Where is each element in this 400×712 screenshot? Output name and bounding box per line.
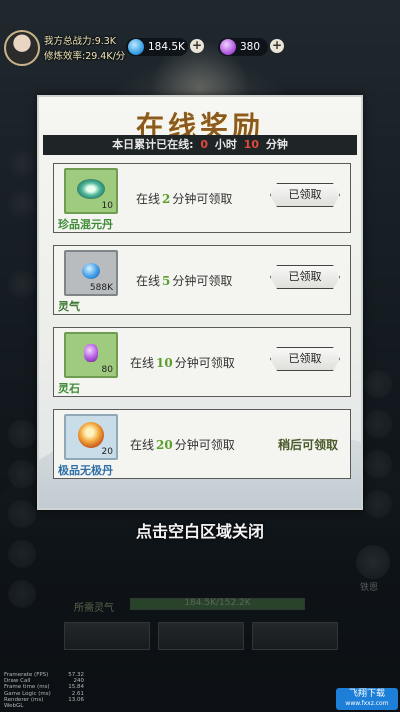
- spirit-stone-icon: [128, 39, 144, 55]
- claimed-button[interactable]: 已领取: [270, 347, 340, 371]
- requirement-suffix: 分钟可领取: [174, 438, 235, 452]
- reward-requirement: 在线 2 分钟可领取: [136, 190, 232, 207]
- debug-stats: Framerate (FPS) 57.32 Draw Call 240 Frame …: [4, 672, 84, 709]
- online-time-bar: 本日累计已在线: 0 小时 10 分钟: [43, 135, 357, 155]
- qi-orb-icon: [82, 262, 100, 279]
- requirement-minutes: 5: [162, 274, 171, 288]
- online-minutes: 10: [243, 138, 260, 151]
- requirement-prefix: 在线: [136, 192, 161, 206]
- close-hint[interactable]: 点击空白区域关闭: [0, 518, 400, 542]
- site-watermark: 飞翔下载 www.fxxz.com: [336, 688, 398, 710]
- requirement-suffix: 分钟可领取: [172, 274, 233, 288]
- reward-item-slot[interactable]: 10: [64, 168, 118, 214]
- online-reward-modal: 在线奖励 本日累计已在线: 0 小时 10 分钟 10 珍品混元丹 在线 2 分钟可…: [37, 95, 363, 510]
- online-hours: 0: [200, 138, 209, 151]
- add-spirit-stone-button[interactable]: +: [190, 39, 204, 53]
- requirement-minutes: 2: [162, 192, 171, 206]
- reward-item-name: 灵石: [58, 382, 80, 395]
- reward-requirement: 在线 20 分钟可领取: [130, 436, 235, 453]
- online-minute-unit: 分钟: [265, 138, 288, 151]
- debug-row: WebGL: [4, 703, 84, 709]
- reward-item-name: 极品无极丹: [58, 464, 113, 477]
- pill-icon: [77, 178, 105, 199]
- reward-row: 20 极品无极丹 在线 20 分钟可领取 稍后可领取: [53, 409, 351, 479]
- reward-row: 80 灵石 在线 10 分钟可领取 已领取: [53, 327, 351, 397]
- reward-requirement: 在线 10 分钟可领取: [130, 354, 235, 371]
- reward-row: 10 珍品混元丹 在线 2 分钟可领取 已领取: [53, 163, 351, 233]
- reward-item-count: 10: [101, 201, 113, 211]
- jade-counter: 380 +: [218, 38, 284, 56]
- watermark-url: www.fxxz.com: [345, 700, 389, 707]
- reward-item-name: 珍品混元丹: [58, 218, 113, 231]
- debug-key: WebGL: [4, 703, 24, 710]
- claimed-button[interactable]: 已领取: [270, 265, 340, 289]
- spirit-stone-gem-icon: [84, 343, 98, 362]
- spirit-stone-value: 184.5K: [148, 41, 185, 53]
- reward-item-name: 灵气: [58, 300, 80, 313]
- debug-value: 13.06: [68, 696, 84, 703]
- watermark-title: 飞翔下载: [348, 689, 385, 699]
- claim-later-label: 稍后可领取: [277, 438, 338, 452]
- add-jade-button[interactable]: +: [270, 39, 284, 53]
- supreme-pill-icon: [78, 421, 104, 448]
- requirement-prefix: 在线: [130, 438, 155, 452]
- online-hour-unit: 小时: [214, 138, 237, 151]
- reward-item-slot[interactable]: 20: [64, 414, 118, 460]
- jade-value: 380: [240, 41, 261, 53]
- claimed-button[interactable]: 已领取: [270, 183, 340, 207]
- requirement-minutes: 20: [156, 438, 173, 452]
- reward-item-count: 20: [101, 447, 113, 457]
- reward-item-slot[interactable]: 588K: [64, 250, 118, 296]
- requirement-suffix: 分钟可领取: [172, 192, 233, 206]
- reward-item-count: 80: [101, 365, 113, 375]
- online-time-prefix: 本日累计已在线:: [112, 138, 194, 151]
- total-power-label: 我方总战力:9.3K: [44, 36, 117, 47]
- reward-row: 588K 灵气 在线 5 分钟可领取 已领取: [53, 245, 351, 315]
- player-avatar[interactable]: [4, 30, 40, 66]
- requirement-suffix: 分钟可领取: [174, 356, 235, 370]
- reward-item-count: 588K: [89, 283, 113, 293]
- jade-icon: [220, 39, 236, 55]
- spirit-stone-counter: 184.5K +: [126, 38, 204, 56]
- reward-item-slot[interactable]: 80: [64, 332, 118, 378]
- requirement-prefix: 在线: [130, 356, 155, 370]
- requirement-prefix: 在线: [136, 274, 161, 288]
- reward-requirement: 在线 5 分钟可领取: [136, 272, 232, 289]
- player-status-bar: 我方总战力:9.3K 修炼效率:29.4K/分 184.5K + 380 +: [0, 30, 400, 66]
- cultivation-efficiency-label: 修炼效率:29.4K/分: [44, 51, 126, 62]
- requirement-minutes: 10: [156, 356, 173, 370]
